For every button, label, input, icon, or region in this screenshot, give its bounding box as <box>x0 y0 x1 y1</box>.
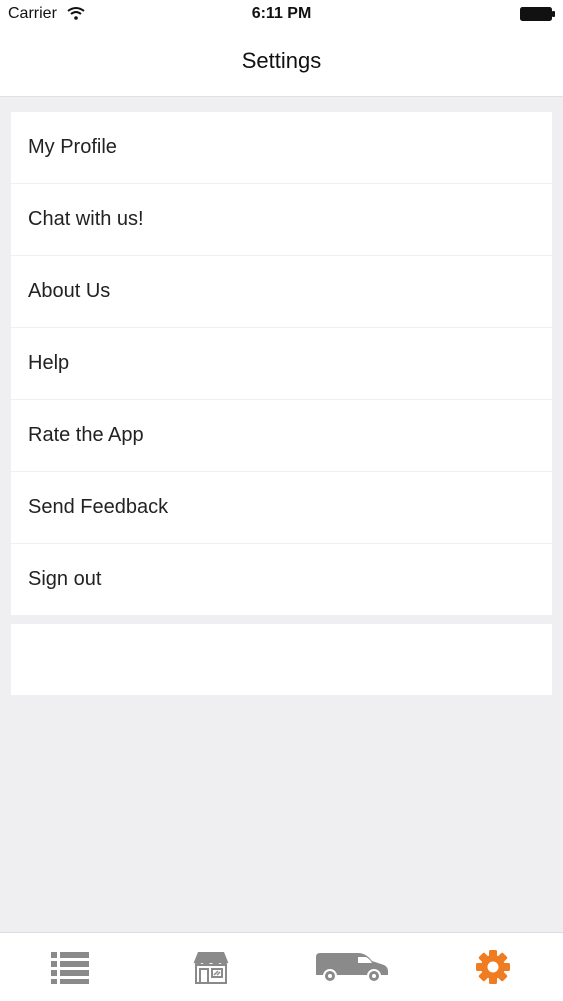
menu-item-about-us[interactable]: About Us <box>11 256 552 327</box>
menu-item-label: Help <box>28 352 70 374</box>
menu-item-label: Sign out <box>28 568 102 590</box>
page-title: Settings <box>241 48 322 73</box>
tab-settings[interactable] <box>423 933 563 1001</box>
menu-item-send-feedback[interactable]: Send Feedback <box>11 472 552 543</box>
menu-item-label: My Profile <box>28 136 117 158</box>
menu-item-label: Send Feedback <box>28 496 169 518</box>
status-bar: Carrier 6:11 PM <box>0 0 563 30</box>
menu-item-rate-app[interactable]: Rate the App <box>11 400 552 471</box>
menu-item-help[interactable]: Help <box>11 328 552 399</box>
tab-list[interactable] <box>0 933 140 1001</box>
list-icon <box>51 952 89 984</box>
tab-store[interactable] <box>141 933 281 1001</box>
status-time: 6:11 PM <box>251 5 312 22</box>
menu-item-label: Rate the App <box>28 424 144 446</box>
menu-item-chat[interactable]: Chat with us! <box>11 184 552 255</box>
blank-card <box>11 624 552 695</box>
store-icon <box>193 952 229 984</box>
nav-bar: Settings <box>0 30 563 97</box>
tab-bar <box>0 932 563 1001</box>
menu-item-my-profile[interactable]: My Profile <box>11 112 552 183</box>
tab-delivery[interactable] <box>282 933 422 1001</box>
gear-icon <box>476 950 510 984</box>
menu-item-label: Chat with us! <box>28 208 144 230</box>
battery-icon <box>520 7 555 21</box>
settings-menu: My Profile Chat with us! About Us Help R… <box>11 112 552 616</box>
delivery-van-icon <box>316 953 388 983</box>
menu-item-sign-out[interactable]: Sign out <box>11 544 552 615</box>
menu-item-label: About Us <box>28 280 111 302</box>
